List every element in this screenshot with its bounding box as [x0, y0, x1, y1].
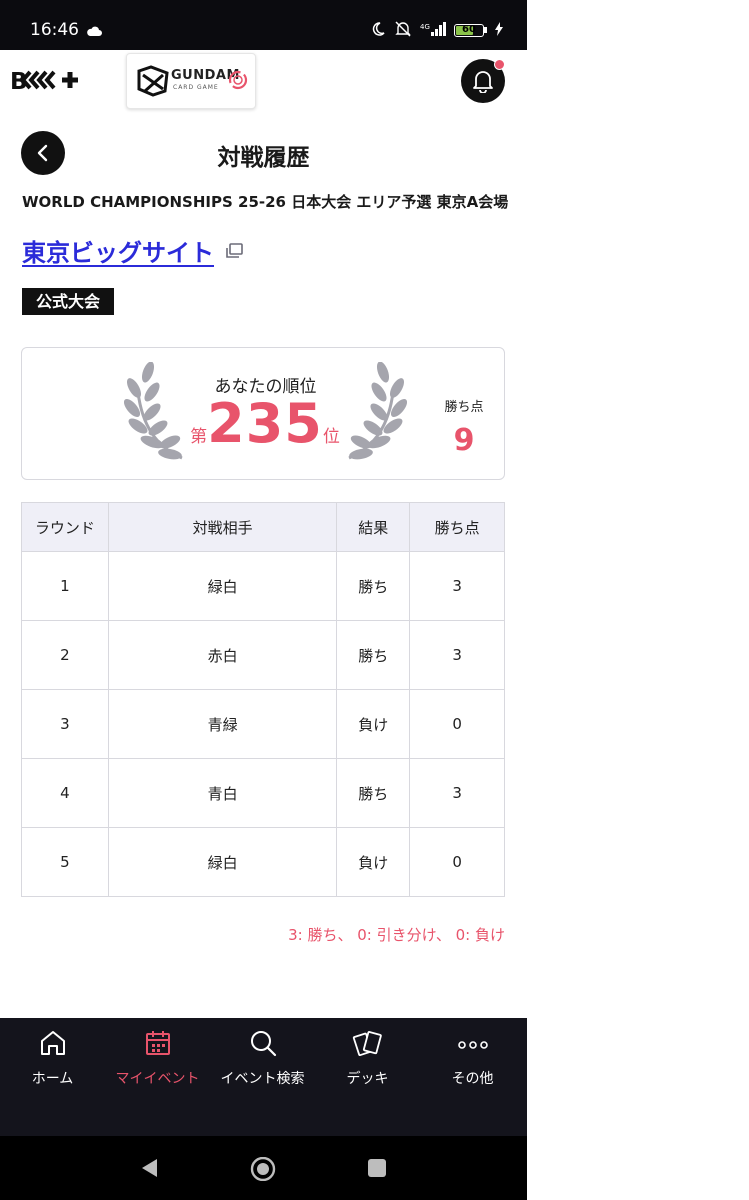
- bandai-logo[interactable]: B: [10, 66, 106, 100]
- bottom-navigation: ホーム マイイベント イベント検索 デッキ その他: [0, 1018, 527, 1136]
- nav-event-search-label: イベント検索: [220, 1071, 305, 1087]
- points-cell: 0: [409, 689, 505, 759]
- result-cell: 負け: [336, 827, 411, 897]
- system-home-button[interactable]: [249, 1156, 277, 1185]
- rank-prefix: 第: [190, 427, 208, 447]
- results-table: ラウンド 対戦相手 結果 勝ち点 1 緑白 勝ち 3 2 赤白 勝ち 3 3 青…: [21, 502, 505, 897]
- table-row: 4 青白 勝ち 3: [21, 758, 505, 828]
- nav-home[interactable]: ホーム: [0, 1018, 105, 1136]
- external-link-icon[interactable]: [224, 242, 244, 260]
- notification-button[interactable]: [461, 59, 505, 103]
- result-cell: 勝ち: [336, 551, 411, 621]
- status-icons: 4G 60: [370, 20, 503, 40]
- mute-icon: [394, 20, 412, 40]
- round-cell: 5: [21, 827, 109, 897]
- nav-home-label: ホーム: [31, 1071, 74, 1087]
- nav-my-events[interactable]: マイイベント: [105, 1018, 210, 1136]
- refresh-emblem-icon: [228, 70, 248, 90]
- system-back-button[interactable]: [139, 1157, 159, 1183]
- points-cell: 0: [409, 827, 505, 897]
- status-time: 16:46: [30, 20, 79, 40]
- opponent-cell: 青緑: [107, 689, 338, 759]
- nav-more-label: その他: [451, 1071, 494, 1087]
- phone-screen: 16:46 4G 60 B GUNDAM CARD GAME 対戦履歴 WORL…: [0, 0, 527, 1200]
- battery-level: 60: [462, 23, 476, 35]
- header-round: ラウンド: [21, 502, 109, 552]
- table-row: 3 青緑 負け 0: [21, 689, 505, 759]
- rank-value: 235: [207, 392, 323, 455]
- opponent-cell: 緑白: [107, 551, 338, 621]
- points-cell: 3: [409, 758, 505, 828]
- nav-my-events-label: マイイベント: [115, 1071, 200, 1087]
- round-cell: 1: [21, 551, 109, 621]
- opponent-cell: 緑白: [107, 827, 338, 897]
- circle-home-icon: [250, 1156, 276, 1182]
- rank-card: あなたの順位 第235位 勝ち点 9: [21, 347, 505, 480]
- system-recents-button[interactable]: [367, 1158, 387, 1182]
- charging-icon: [495, 21, 503, 39]
- table-header-row: ラウンド 対戦相手 結果 勝ち点: [21, 502, 505, 552]
- network-label: 4G: [420, 23, 430, 31]
- laurel-left-icon: [124, 362, 183, 460]
- header-result: 結果: [336, 502, 411, 552]
- home-icon: [0, 1028, 105, 1060]
- cards-icon: [315, 1028, 420, 1060]
- official-tournament-badge: 公式大会: [22, 288, 115, 315]
- gundam-logo-subtext: CARD GAME: [173, 84, 219, 91]
- table-row: 1 緑白 勝ち 3: [21, 551, 505, 621]
- points-cell: 3: [409, 620, 505, 690]
- header-opponent: 対戦相手: [107, 502, 338, 552]
- round-cell: 2: [21, 620, 109, 690]
- triangle-back-icon: [142, 1159, 157, 1177]
- opponent-cell: 青白: [107, 758, 338, 828]
- points-cell: 3: [409, 551, 505, 621]
- venue-row: 東京ビッグサイト: [22, 233, 244, 268]
- nav-deck-label: デッキ: [346, 1071, 389, 1087]
- notification-dot: [494, 59, 505, 70]
- page-title: 対戦履歴: [217, 145, 310, 171]
- gundam-emblem-icon: [137, 65, 169, 97]
- rank-display: 第235位: [190, 392, 340, 455]
- square-recents-icon: [368, 1159, 386, 1177]
- moon-icon: [370, 21, 386, 40]
- nav-more[interactable]: その他: [420, 1018, 525, 1136]
- round-cell: 3: [21, 689, 109, 759]
- laurel-right-icon: [348, 362, 407, 460]
- points-value: 9: [453, 423, 475, 458]
- header-points: 勝ち点: [409, 502, 505, 552]
- points-caption: 勝ち点: [444, 400, 484, 415]
- app-header: B GUNDAM CARD GAME: [0, 50, 527, 112]
- nav-event-search[interactable]: イベント検索: [210, 1018, 315, 1136]
- blank-margin: [527, 0, 749, 1200]
- table-row: 2 赤白 勝ち 3: [21, 620, 505, 690]
- points-legend-note: 3: 勝ち、 0: 引き分け、 0: 負け: [288, 926, 505, 944]
- round-cell: 4: [21, 758, 109, 828]
- search-icon: [210, 1028, 315, 1060]
- cloud-icon: [86, 22, 102, 41]
- status-bar: 16:46 4G 60: [0, 0, 527, 50]
- more-icon: [420, 1028, 525, 1060]
- result-cell: 勝ち: [336, 758, 411, 828]
- venue-link[interactable]: 東京ビッグサイト: [22, 233, 214, 268]
- signal-icon: 4G: [420, 21, 446, 40]
- calendar-icon: [105, 1028, 210, 1060]
- battery-indicator: 60: [454, 23, 487, 37]
- bell-icon: [473, 71, 493, 93]
- gundam-card-game-logo[interactable]: GUNDAM CARD GAME: [126, 53, 256, 109]
- result-cell: 勝ち: [336, 620, 411, 690]
- opponent-cell: 赤白: [107, 620, 338, 690]
- event-name: WORLD CHAMPIONSHIPS 25-26 日本大会 エリア予選 東京A…: [22, 193, 509, 211]
- result-cell: 負け: [336, 689, 411, 759]
- system-navigation-bar: [0, 1136, 527, 1200]
- nav-deck[interactable]: デッキ: [315, 1018, 420, 1136]
- table-row: 5 緑白 負け 0: [21, 827, 505, 897]
